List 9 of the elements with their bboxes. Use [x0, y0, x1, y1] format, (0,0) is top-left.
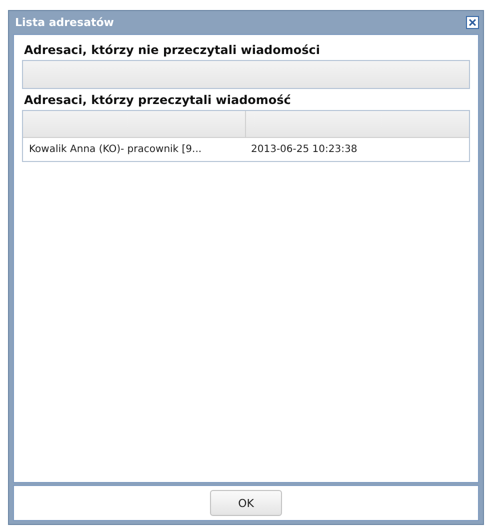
table-cell-text: 2013-06-25 10:23:38 — [250, 144, 358, 155]
table-cell-text: Kowalik Anna (KO)- pracownik [9... — [28, 144, 203, 155]
ok-button[interactable]: OK — [210, 490, 282, 516]
column-header[interactable] — [23, 111, 245, 138]
section-heading: Adresaci, którzy przeczytali wiadomość — [24, 93, 292, 107]
window-title: Lista adresatów — [14, 16, 114, 29]
section-heading: Adresaci, którzy nie przeczytali wiadomości — [24, 43, 322, 57]
column-header[interactable] — [245, 111, 469, 138]
close-icon[interactable] — [466, 16, 479, 29]
